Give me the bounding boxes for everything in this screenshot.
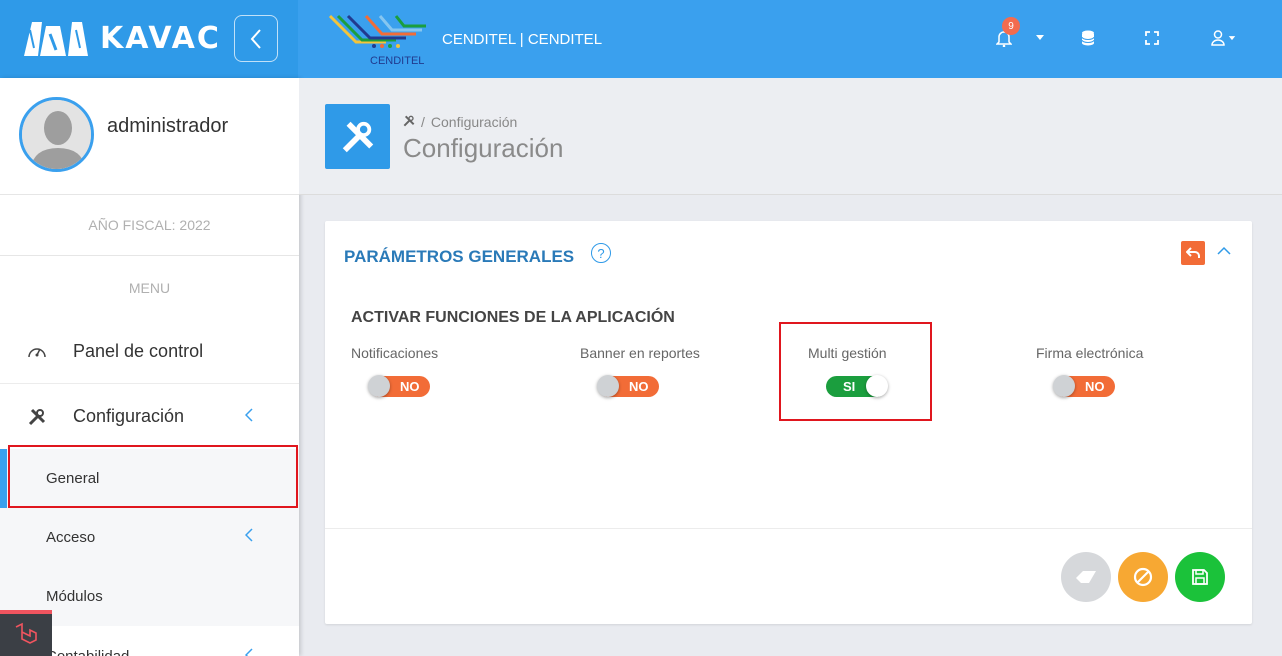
fullscreen-button[interactable] xyxy=(1142,28,1162,48)
user-menu-button[interactable] xyxy=(1208,28,1238,48)
switch-knob xyxy=(368,375,390,397)
page-header: / Configuración Configuración xyxy=(299,78,1282,195)
caret-down-icon xyxy=(1036,35,1044,40)
tools-icon[interactable] xyxy=(403,114,415,130)
tools-icon xyxy=(27,407,47,427)
breadcrumb-current: Configuración xyxy=(430,114,518,130)
sidebar-item-configuracion[interactable]: Configuración xyxy=(0,384,299,449)
app-logo[interactable]: KAVAC xyxy=(20,16,221,60)
notification-badge: 9 xyxy=(1002,17,1020,35)
toggle-firma-electronica: Firma electrónica NO xyxy=(1036,345,1144,397)
laravel-icon xyxy=(15,622,37,644)
chevron-left-icon xyxy=(250,28,261,49)
back-button[interactable] xyxy=(1181,241,1205,265)
notifications-dropdown[interactable] xyxy=(1030,28,1050,48)
sidebar-item-panel-de-control[interactable]: Panel de control xyxy=(0,319,299,384)
fullscreen-icon xyxy=(1145,31,1159,45)
save-icon xyxy=(1192,569,1208,585)
switch-state: NO xyxy=(1085,379,1105,394)
ban-icon xyxy=(1133,567,1153,587)
database-button[interactable] xyxy=(1078,28,1098,48)
chevron-up-icon xyxy=(1217,246,1231,255)
switch-state: NO xyxy=(629,379,649,394)
sidebar-header: KAVAC xyxy=(0,0,298,78)
user-avatar-icon xyxy=(22,100,91,169)
collapse-card-button[interactable] xyxy=(1217,243,1235,261)
save-button[interactable] xyxy=(1175,552,1225,602)
debugbar-button[interactable] xyxy=(0,610,52,656)
help-icon[interactable]: ? xyxy=(591,243,611,263)
caret-down-icon xyxy=(1228,35,1235,40)
reply-icon xyxy=(1186,247,1200,258)
sidebar-subitem-label: Acceso xyxy=(46,529,96,546)
toggle-label: Firma electrónica xyxy=(1036,345,1144,361)
cenditel-logo-icon: CENDITEL xyxy=(328,14,426,67)
username: administrador xyxy=(107,115,229,137)
general-params-card: PARÁMETROS GENERALES ? ACTIVAR FUNCIONES… xyxy=(325,221,1252,624)
avatar[interactable] xyxy=(19,97,94,172)
highlight-frame xyxy=(779,322,932,421)
clear-button[interactable] xyxy=(1061,552,1111,602)
user-panel: administrador xyxy=(0,78,299,195)
sidebar-item-label: Configuración xyxy=(73,406,185,426)
highlight-frame xyxy=(8,445,298,508)
page-icon xyxy=(325,104,390,169)
cancel-button[interactable] xyxy=(1118,552,1168,602)
sidebar-item-label: Panel de control xyxy=(73,340,204,361)
sidebar-toggle-button[interactable] xyxy=(234,15,278,62)
card-title: PARÁMETROS GENERALES xyxy=(344,247,575,266)
topbar: CENDITEL CENDITEL | CENDITEL 9 xyxy=(298,0,1282,78)
sidebar-item-label: Contabilidad xyxy=(46,648,129,656)
user-icon xyxy=(1210,30,1225,46)
firma-switch[interactable]: NO xyxy=(1053,375,1115,397)
notifications-switch[interactable]: NO xyxy=(368,375,430,397)
breadcrumb: / Configuración xyxy=(403,114,517,130)
cenditel-logo: CENDITEL xyxy=(326,12,430,67)
toggle-label: Banner en reportes xyxy=(580,345,700,361)
org-name: CENDITEL | CENDITEL xyxy=(442,31,603,48)
banner-switch[interactable]: NO xyxy=(597,375,659,397)
breadcrumb-separator: / xyxy=(421,114,425,130)
chevron-left-icon xyxy=(244,646,253,656)
toggle-notificaciones: Notificaciones NO xyxy=(351,345,439,397)
chevron-left-icon xyxy=(244,406,253,427)
app-name: KAVAC xyxy=(100,20,221,56)
switch-knob xyxy=(597,375,619,397)
sidebar: administrador AÑO FISCAL: 2022 MENU Pane… xyxy=(0,78,299,656)
toggle-banner-reportes: Banner en reportes NO xyxy=(580,345,700,397)
kavac-logo-icon xyxy=(24,22,88,56)
chevron-left-icon xyxy=(244,528,253,547)
eraser-icon xyxy=(1076,571,1096,583)
sidebar-subitem-label: Módulos xyxy=(46,588,103,605)
logo-caption: CENDITEL xyxy=(370,55,424,66)
menu-title: MENU xyxy=(128,279,171,296)
section-title: ACTIVAR FUNCIONES DE LA APLICACIÓN xyxy=(351,309,675,326)
sidebar-subitem-acceso[interactable]: Acceso xyxy=(0,508,299,567)
switch-knob xyxy=(1053,375,1075,397)
fiscal-year: AÑO FISCAL: 2022 xyxy=(0,195,299,256)
card-footer xyxy=(325,528,1252,624)
database-icon xyxy=(1081,30,1095,46)
tools-icon xyxy=(342,121,373,152)
switch-state: NO xyxy=(400,379,420,394)
toggle-label: Notificaciones xyxy=(351,345,439,361)
dashboard-icon xyxy=(27,341,47,361)
page-title: Configuración xyxy=(403,133,564,163)
